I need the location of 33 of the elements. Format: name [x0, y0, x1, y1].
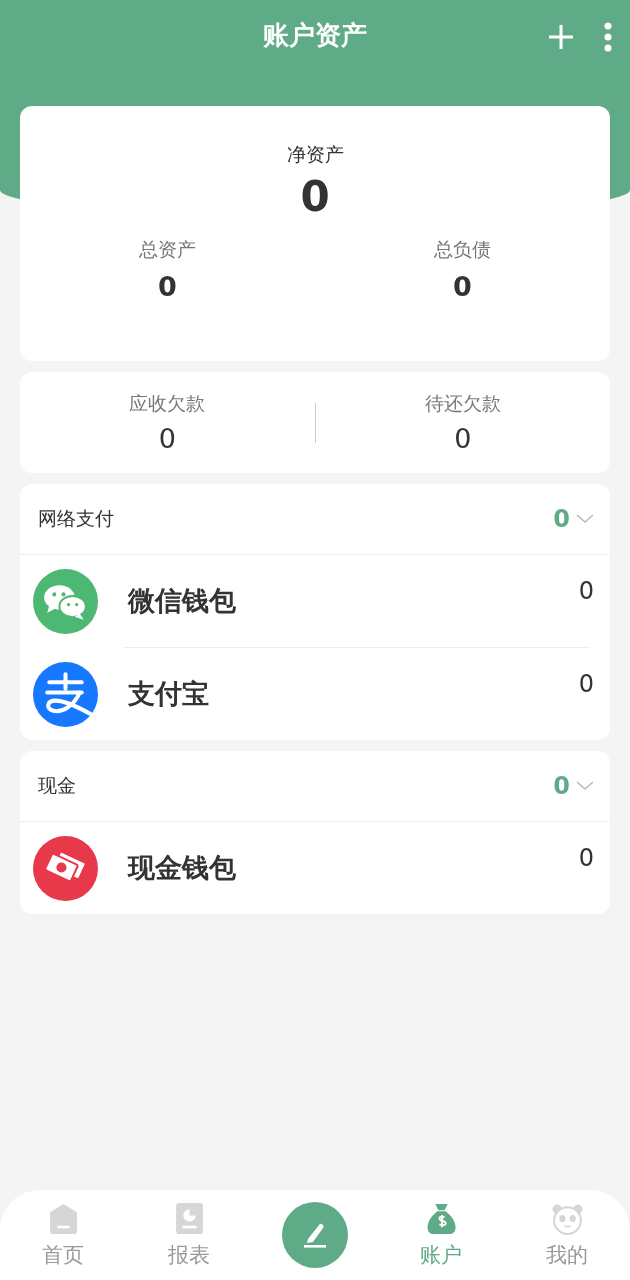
account-balance: 0	[578, 577, 594, 605]
debt-label: 应收欠款	[129, 391, 206, 416]
tab[interactable]: 我的	[504, 1201, 630, 1269]
summary-value: 0	[158, 271, 177, 302]
summary-label: 总负债	[434, 237, 491, 262]
group-total: 0	[553, 505, 570, 533]
debt-label: 待还欠款	[424, 391, 501, 416]
chevron-down-icon[interactable]	[576, 513, 594, 525]
tab[interactable]: 报表	[126, 1201, 252, 1269]
summary-value: 0	[453, 271, 472, 302]
net-assets-label: 净资产	[286, 142, 344, 167]
account-name[interactable]: 支付宝	[128, 676, 579, 712]
account-name[interactable]: 现金钱包	[128, 850, 579, 886]
account-name[interactable]: 微信钱包	[128, 583, 579, 619]
debt-value: 0	[158, 423, 176, 454]
money-bag-icon	[424, 1201, 458, 1235]
group-title: 网络支付	[38, 506, 115, 531]
summary-label: 总资产	[139, 237, 196, 262]
account-balance: 0	[578, 670, 594, 698]
group-total: 0	[553, 772, 570, 800]
tab[interactable]: 首页	[0, 1201, 126, 1269]
account-balance: 0	[578, 844, 594, 872]
more-icon[interactable]	[604, 22, 612, 52]
banknotes-icon	[33, 835, 98, 901]
debt-value: 0	[454, 423, 472, 454]
tab[interactable]: 账户	[378, 1201, 504, 1269]
chat-bubbles-icon	[33, 568, 98, 634]
add-icon[interactable]	[548, 24, 574, 50]
page-title: 账户资产	[262, 19, 368, 52]
wallet-logo-icon	[33, 661, 98, 727]
chevron-down-icon[interactable]	[576, 780, 594, 792]
net-assets-value: 0	[300, 172, 330, 221]
group-title: 现金	[38, 773, 77, 798]
